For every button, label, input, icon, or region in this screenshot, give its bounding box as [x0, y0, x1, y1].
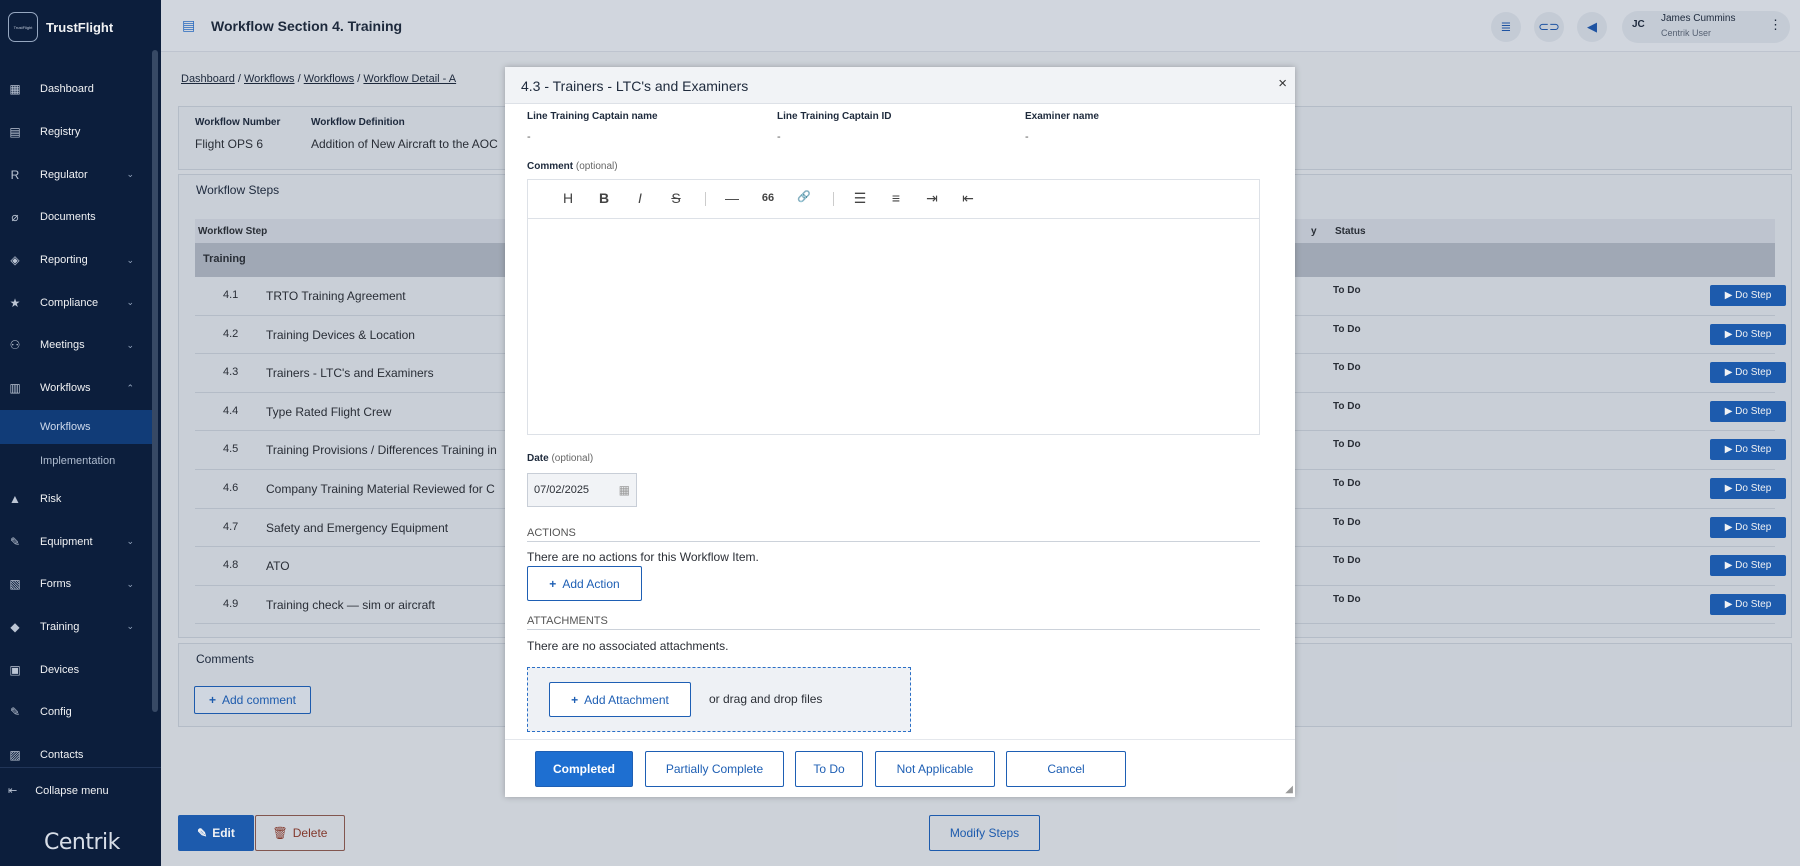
- plus-icon: +: [549, 576, 557, 591]
- drag-drop-text: or drag and drop files: [709, 692, 823, 706]
- add-attachment-button[interactable]: + Add Attachment: [549, 682, 691, 717]
- calendar-icon[interactable]: ▦: [619, 483, 630, 497]
- editor-toolbar: H B I S — 66 🔗 ☰ ≡ ⇥ ⇤: [528, 180, 1259, 219]
- strikethrough-icon[interactable]: S: [666, 190, 686, 206]
- ltc-id-value: -: [777, 131, 781, 143]
- attachment-dropzone[interactable]: + Add Attachment or drag and drop files: [527, 667, 911, 732]
- optional-hint: (optional): [551, 453, 594, 464]
- link-icon[interactable]: 🔗: [794, 190, 814, 203]
- date-label: Date (optional): [527, 453, 593, 464]
- toolbar-divider: [833, 192, 834, 206]
- partially-complete-button[interactable]: Partially Complete: [645, 751, 784, 787]
- bold-icon[interactable]: B: [594, 190, 614, 206]
- add-attachment-label: Add Attachment: [584, 692, 669, 707]
- add-action-button[interactable]: + Add Action: [527, 566, 642, 601]
- plus-icon: +: [571, 692, 579, 707]
- heading-icon[interactable]: H: [558, 190, 578, 206]
- indent-icon[interactable]: ⇥: [922, 190, 942, 207]
- ltc-name-label: Line Training Captain name: [527, 111, 658, 122]
- attachments-empty-text: There are no associated attachments.: [527, 639, 729, 653]
- close-icon[interactable]: ×: [1278, 75, 1287, 92]
- dialog-footer: Completed Partially Complete To Do Not A…: [505, 739, 1295, 797]
- date-label-text: Date: [527, 453, 549, 464]
- actions-heading: ACTIONS: [527, 527, 1260, 542]
- dialog-title: 4.3 - Trainers - LTC's and Examiners: [521, 78, 749, 94]
- bullet-list-icon[interactable]: ☰: [850, 190, 870, 207]
- resize-handle-icon[interactable]: ◢: [1285, 784, 1293, 795]
- ltc-id-label: Line Training Captain ID: [777, 111, 892, 122]
- completed-button[interactable]: Completed: [535, 751, 633, 787]
- toolbar-divider: [705, 192, 706, 206]
- cancel-button[interactable]: Cancel: [1006, 751, 1126, 787]
- horizontal-rule-icon[interactable]: —: [722, 190, 742, 206]
- attachments-heading: ATTACHMENTS: [527, 615, 1260, 630]
- ltc-name-value: -: [527, 131, 531, 143]
- step-dialog: 4.3 - Trainers - LTC's and Examiners × L…: [505, 67, 1295, 797]
- actions-empty-text: There are no actions for this Workflow I…: [527, 550, 759, 564]
- comment-label: Comment (optional): [527, 161, 618, 172]
- optional-hint: (optional): [575, 161, 618, 172]
- outdent-icon[interactable]: ⇤: [958, 190, 978, 207]
- date-input[interactable]: 07/02/2025 ▦: [527, 473, 637, 507]
- to-do-button[interactable]: To Do: [795, 751, 863, 787]
- quote-icon[interactable]: 66: [758, 192, 778, 204]
- comment-editor[interactable]: H B I S — 66 🔗 ☰ ≡ ⇥ ⇤: [527, 179, 1260, 435]
- examiner-name-label: Examiner name: [1025, 111, 1099, 122]
- add-action-label: Add Action: [562, 576, 620, 591]
- comment-label-text: Comment: [527, 161, 574, 172]
- numbered-list-icon[interactable]: ≡: [886, 190, 906, 206]
- date-value: 07/02/2025: [534, 484, 590, 496]
- not-applicable-button[interactable]: Not Applicable: [875, 751, 995, 787]
- italic-icon[interactable]: I: [630, 190, 650, 206]
- examiner-name-value: -: [1025, 131, 1029, 143]
- dialog-header: 4.3 - Trainers - LTC's and Examiners ×: [505, 67, 1295, 104]
